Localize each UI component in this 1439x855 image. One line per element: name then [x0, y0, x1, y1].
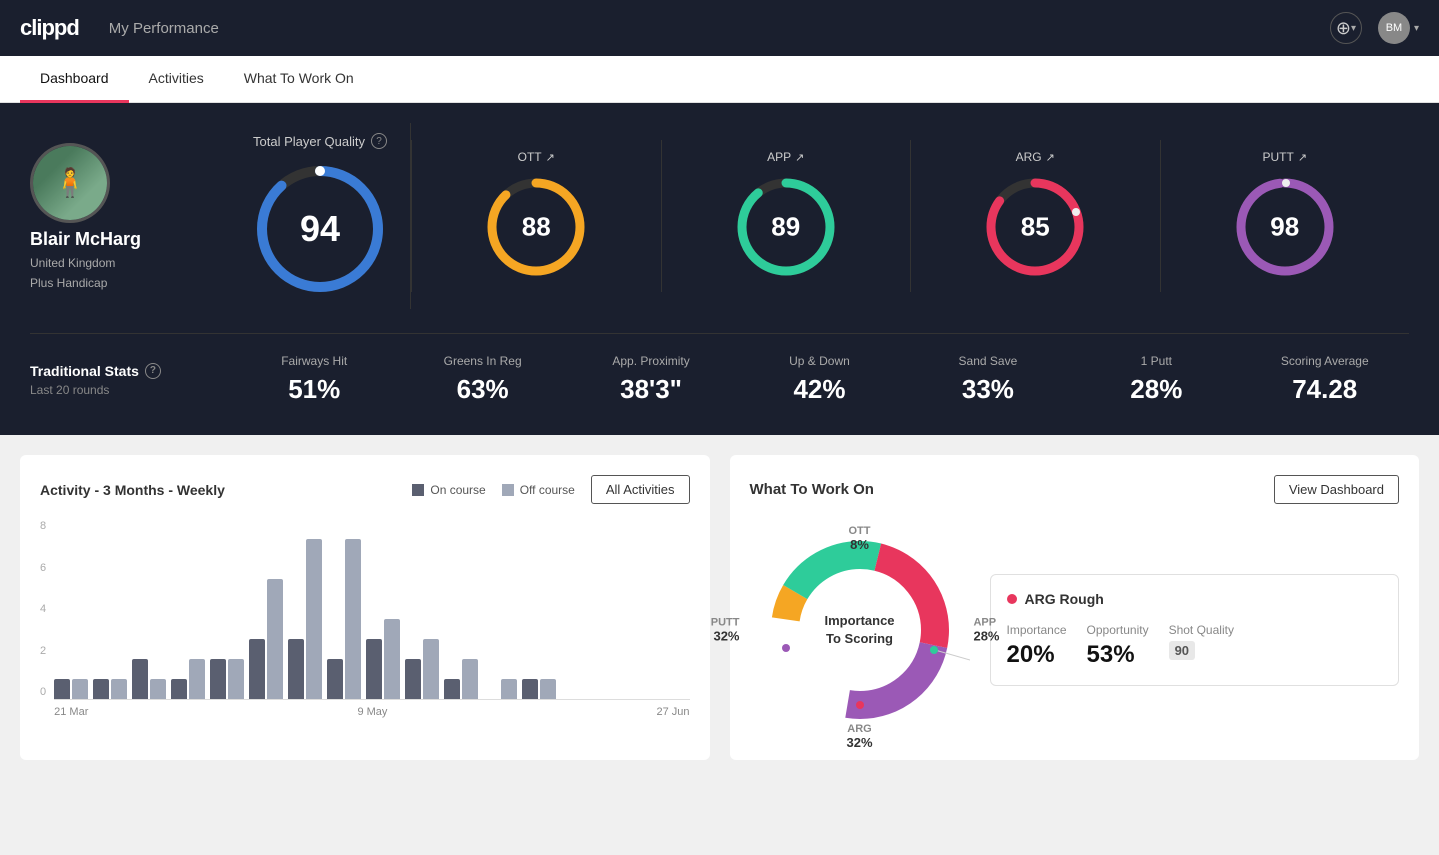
arg-donut-label: ARG 32% — [846, 723, 872, 750]
app-donut-label: APP 28% — [973, 617, 999, 644]
stat-sand-save: Sand Save 33% — [904, 354, 1072, 405]
all-activities-button[interactable]: All Activities — [591, 475, 690, 504]
work-title: What To Work On — [750, 481, 874, 498]
bar-group — [366, 619, 400, 699]
chart-x-labels: 21 Mar 9 May 27 Jun — [54, 706, 689, 718]
ott-value: 88 — [522, 212, 551, 243]
arg-rough-card: ARG Rough Importance 20% Opportunity 53%… — [990, 574, 1400, 686]
tpq-help-icon[interactable]: ? — [371, 133, 387, 149]
putt-donut-label: PUTT 32% — [711, 617, 740, 644]
player-card: 🧍 Blair McHarg United Kingdom Plus Handi… — [30, 143, 230, 290]
chart-bars — [54, 520, 689, 700]
arg-metrics: Importance 20% Opportunity 53% Shot Qual… — [1007, 623, 1383, 669]
header-left: clippd My Performance — [20, 15, 219, 41]
user-menu[interactable]: BM ▾ — [1378, 12, 1419, 44]
stat-greens-in-reg: Greens In Reg 63% — [398, 354, 566, 405]
logo[interactable]: clippd — [20, 15, 79, 41]
work-content: ImportanceTo Scoring OTT 8% APP 28% ARG … — [750, 520, 1400, 740]
bar-group — [210, 659, 244, 699]
header: clippd My Performance ⊕ ▾ BM ▾ — [0, 0, 1439, 56]
arg-metric-shot-quality: Shot Quality 90 — [1169, 623, 1234, 669]
stat-scoring-average: Scoring Average 74.28 — [1241, 354, 1409, 405]
stats-label-col: Traditional Stats ? Last 20 rounds — [30, 363, 230, 397]
bar-group — [444, 659, 478, 699]
on-course-dot — [412, 484, 424, 496]
chart-header: Activity - 3 Months - Weekly On course O… — [40, 475, 690, 504]
arg-rough-title: ARG Rough — [1025, 591, 1104, 607]
arg-metric-opportunity: Opportunity 53% — [1087, 623, 1149, 669]
stat-fairways-hit: Fairways Hit 51% — [230, 354, 398, 405]
logo-text: clippd — [20, 15, 79, 40]
activity-chart-panel: Activity - 3 Months - Weekly On course O… — [20, 455, 710, 760]
work-header: What To Work On View Dashboard — [750, 475, 1400, 504]
bar-group — [327, 539, 361, 699]
ott-donut-label: OTT 8% — [849, 525, 871, 552]
stats-help-icon[interactable]: ? — [145, 363, 161, 379]
player-country: United Kingdom — [30, 256, 115, 270]
bar-group — [171, 659, 205, 699]
tpq-value: 94 — [300, 208, 340, 250]
app-value: 89 — [771, 212, 800, 243]
arg-value: 85 — [1021, 212, 1050, 243]
bar-group — [522, 679, 556, 699]
chart-title: Activity - 3 Months - Weekly — [40, 482, 225, 498]
tab-activities[interactable]: Activities — [129, 56, 224, 103]
score-panel-ott: OTT ↗ 88 — [412, 140, 662, 292]
bar-group — [288, 539, 322, 699]
putt-value: 98 — [1270, 212, 1299, 243]
player-handicap: Plus Handicap — [30, 276, 107, 290]
what-to-work-on-panel: What To Work On View Dashboard — [730, 455, 1420, 760]
bottom-panels: Activity - 3 Months - Weekly On course O… — [0, 435, 1439, 780]
traditional-stats-row: Traditional Stats ? Last 20 rounds Fairw… — [30, 333, 1409, 405]
bar-group — [54, 679, 88, 699]
bar-group — [483, 679, 517, 699]
y-axis: 0 2 4 6 8 — [40, 520, 54, 700]
bar-group — [93, 679, 127, 699]
score-panels: OTT ↗ 88 APP ↗ — [411, 140, 1409, 292]
score-panel-app: APP ↗ 89 — [662, 140, 912, 292]
hero-section: 🧍 Blair McHarg United Kingdom Plus Handi… — [0, 103, 1439, 435]
score-panel-putt: PUTT ↗ 98 — [1161, 140, 1410, 292]
bar-group — [405, 639, 439, 699]
off-course-dot — [502, 484, 514, 496]
donut-chart-area: ImportanceTo Scoring OTT 8% APP 28% ARG … — [750, 520, 970, 740]
stat-1-putt: 1 Putt 28% — [1072, 354, 1240, 405]
stats-subtitle: Last 20 rounds — [30, 383, 230, 397]
header-title: My Performance — [109, 20, 219, 37]
tab-what-to-work-on[interactable]: What To Work On — [224, 56, 374, 103]
stat-up-down: Up & Down 42% — [735, 354, 903, 405]
stat-app-proximity: App. Proximity 38'3" — [567, 354, 735, 405]
scores-row: 🧍 Blair McHarg United Kingdom Plus Handi… — [30, 123, 1409, 309]
score-panel-arg: ARG ↗ 85 — [911, 140, 1161, 292]
donut-center: ImportanceTo Scoring — [824, 612, 894, 648]
arg-dot — [1007, 594, 1017, 604]
add-icon[interactable]: ⊕ ▾ — [1330, 12, 1362, 44]
chart-legend: On course Off course — [412, 483, 575, 497]
player-name: Blair McHarg — [30, 229, 141, 250]
view-dashboard-button[interactable]: View Dashboard — [1274, 475, 1399, 504]
tpq-label: Total Player Quality ? — [253, 133, 387, 149]
arg-metric-importance: Importance 20% — [1007, 623, 1067, 669]
bar-group — [249, 579, 283, 699]
bar-group — [132, 659, 166, 699]
tabs: Dashboard Activities What To Work On — [0, 56, 1439, 103]
avatar: BM — [1378, 12, 1410, 44]
donut-wrapper: ImportanceTo Scoring — [750, 520, 970, 740]
tpq-gauge: 94 — [250, 159, 390, 299]
avatar: 🧍 — [30, 143, 110, 223]
tab-dashboard[interactable]: Dashboard — [20, 56, 129, 103]
shot-quality-badge: 90 — [1169, 641, 1195, 660]
tpq-panel: Total Player Quality ? 94 — [230, 123, 411, 309]
header-right: ⊕ ▾ BM ▾ — [1330, 12, 1419, 44]
